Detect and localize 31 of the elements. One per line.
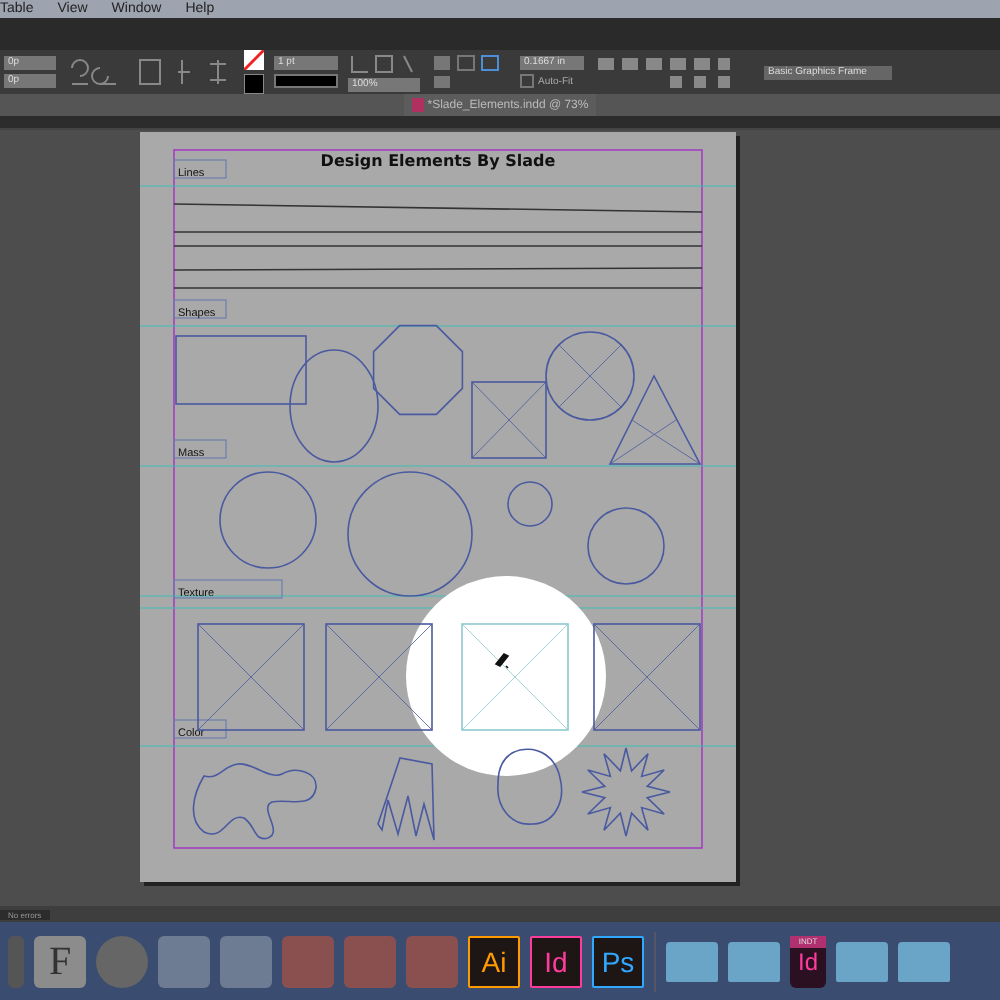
app-icon[interactable]: Id bbox=[530, 935, 582, 987]
triangle-shape bbox=[608, 374, 702, 465]
app-icon[interactable]: Ps bbox=[592, 935, 644, 987]
image-frame-placeholder bbox=[325, 623, 433, 731]
octagon-shape bbox=[372, 324, 464, 416]
round-blob-shape bbox=[497, 748, 563, 825]
font-book-icon[interactable]: F bbox=[34, 935, 86, 987]
ellipse-shape bbox=[289, 349, 379, 463]
circle-shape bbox=[347, 471, 473, 597]
circle-frame-shape bbox=[545, 331, 635, 421]
reference-point-icon[interactable] bbox=[136, 56, 164, 88]
fill-swatch-icon[interactable] bbox=[244, 50, 264, 70]
folder-icon[interactable] bbox=[666, 941, 718, 981]
circle-shape bbox=[587, 507, 665, 585]
folder-icon[interactable] bbox=[836, 941, 888, 981]
folder-icon[interactable] bbox=[898, 941, 950, 981]
app-icon[interactable]: Ai bbox=[468, 935, 520, 987]
starburst-shape bbox=[581, 747, 671, 837]
square-frame-shape bbox=[471, 381, 547, 459]
stroke-type-dropdown[interactable] bbox=[274, 74, 338, 88]
image-frame-placeholder bbox=[593, 623, 701, 731]
rectangle-shape bbox=[175, 335, 307, 405]
image-frame-placeholder bbox=[197, 623, 305, 731]
circle-shape bbox=[219, 471, 317, 569]
cursor-icon bbox=[494, 653, 509, 669]
image-frame-placeholder bbox=[461, 623, 569, 731]
page-title: Design Elements By Slade bbox=[320, 152, 556, 170]
zigzag-shape bbox=[377, 757, 435, 841]
folder-icon[interactable] bbox=[728, 941, 780, 981]
circle-shape bbox=[507, 481, 553, 527]
freeform-blob-shape bbox=[192, 763, 317, 840]
